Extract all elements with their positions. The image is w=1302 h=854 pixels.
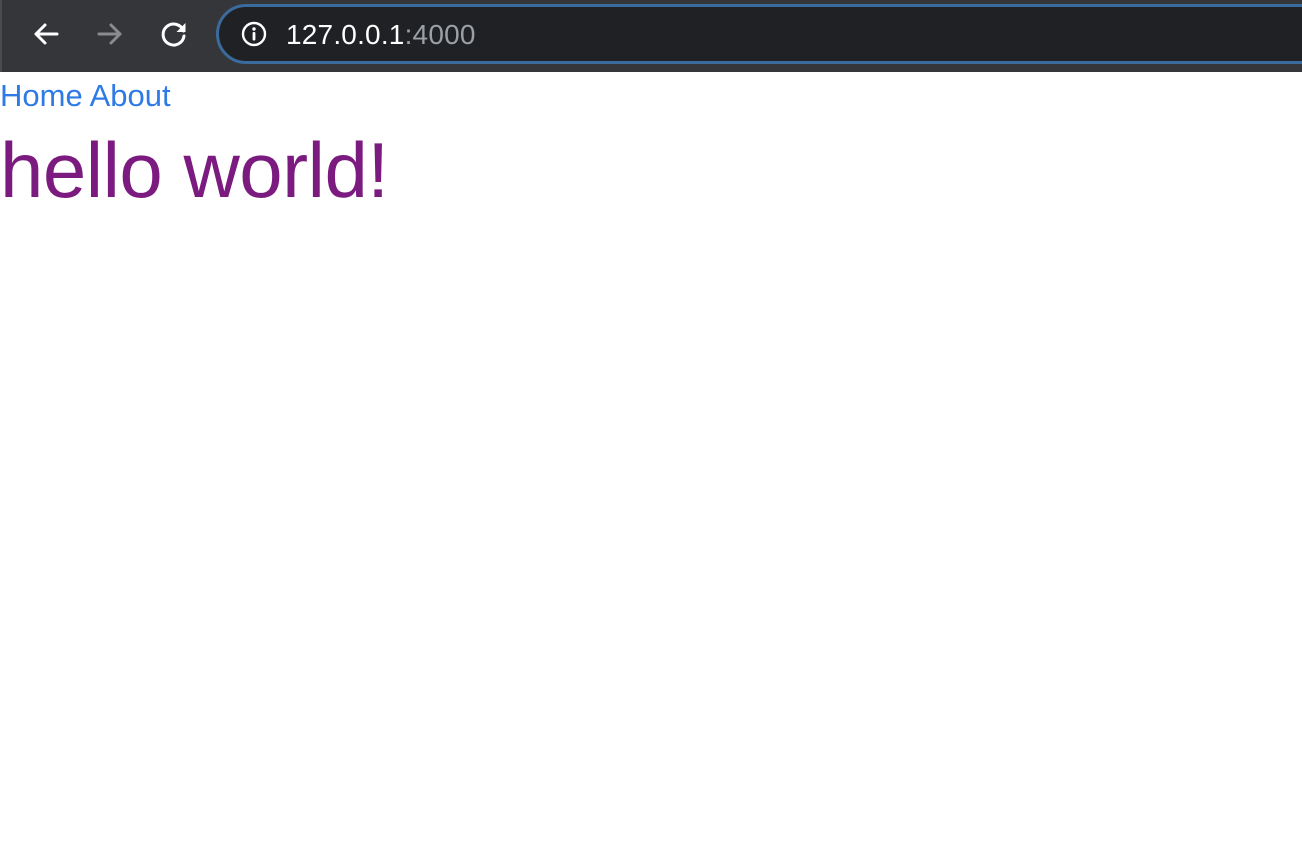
url-port: :4000	[404, 19, 476, 50]
url-text[interactable]: 127.0.0.1:4000	[286, 19, 476, 51]
info-icon[interactable]	[241, 21, 267, 47]
back-arrow-icon	[34, 23, 59, 45]
nav-links: Home About	[0, 78, 171, 114]
address-bar[interactable]: 127.0.0.1:4000	[216, 4, 1302, 64]
browser-toolbar: 127.0.0.1:4000	[0, 0, 1302, 72]
reload-icon	[161, 22, 186, 47]
back-button[interactable]	[26, 14, 66, 54]
url-host: 127.0.0.1	[286, 19, 405, 50]
reload-button[interactable]	[154, 14, 194, 54]
about-link[interactable]: About	[90, 78, 171, 113]
home-link[interactable]: Home	[0, 78, 83, 113]
forward-button[interactable]	[90, 14, 130, 54]
page-heading: hello world!	[0, 126, 389, 214]
page-content: Home About hello world!	[0, 72, 1302, 854]
forward-arrow-icon	[97, 23, 122, 45]
